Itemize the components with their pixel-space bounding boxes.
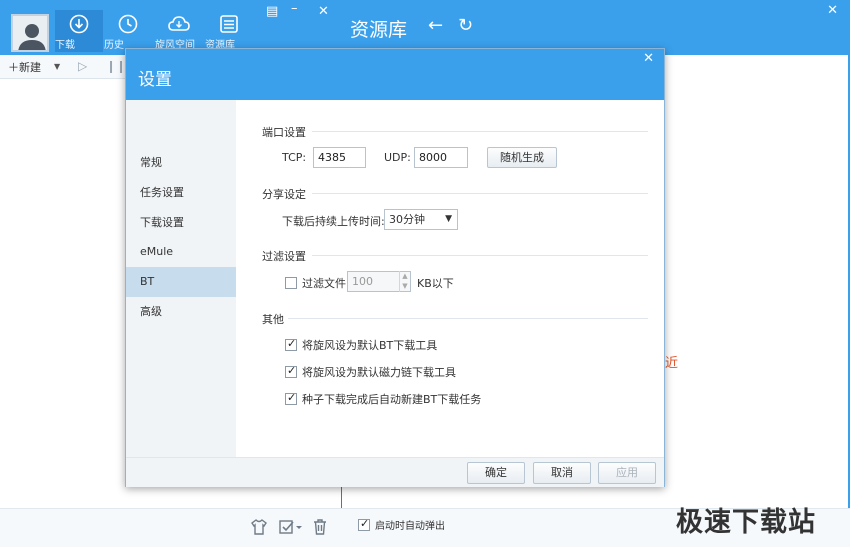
default-magnet-tool-label: 将旋风设为默认磁力链下载工具 [302, 366, 456, 379]
cloud-space-icon [168, 16, 190, 31]
default-bt-tool-label: 将旋风设为默认BT下载工具 [302, 339, 438, 352]
random-port-button[interactable]: 随机生成 [487, 147, 557, 168]
default-magnet-tool-checkbox[interactable]: 将旋风设为默认磁力链下载工具 [285, 364, 456, 380]
share-settings-heading: 分享设定 [262, 188, 306, 201]
auto-new-bt-task-label: 种子下载完成后自动新建BT下载任务 [302, 393, 482, 406]
other-settings-divider [288, 318, 648, 319]
udp-port-input[interactable]: 8000 [414, 147, 468, 168]
history-icon [118, 14, 138, 34]
batch-select-icon[interactable] [279, 518, 303, 536]
minimize-icon[interactable]: – [291, 1, 298, 16]
autostart-label: 启动时自动弹出 [375, 521, 445, 532]
pause-icon[interactable]: ❙❙ [106, 59, 126, 73]
chevron-down-icon: ▼ [445, 214, 452, 224]
apply-button[interactable]: 应用 [598, 462, 656, 484]
stepper-up-icon[interactable]: ▲ [400, 271, 410, 281]
nav-download-label: 下载 [55, 40, 75, 51]
tcp-port-input[interactable]: 4385 [313, 147, 366, 168]
back-arrow-icon[interactable]: ← [428, 15, 443, 36]
settings-dialog: 设置 ✕ 常规 任务设置 下载设置 eMule BT 高级 端口设置 TCP: … [125, 48, 665, 487]
share-settings-divider [312, 193, 648, 194]
user-avatar-icon [13, 16, 47, 50]
avatar[interactable] [11, 14, 49, 52]
default-bt-tool-checkbox[interactable]: 将旋风设为默认BT下载工具 [285, 337, 437, 353]
udp-label: UDP: [384, 151, 411, 164]
sidebar-item-general[interactable]: 常规 [126, 148, 236, 178]
autostart-checkbox[interactable]: 启动时自动弹出 [358, 517, 445, 532]
other-settings-heading: 其他 [262, 313, 284, 326]
filter-files-checkbox-box[interactable] [285, 277, 297, 289]
sidebar-item-download-settings[interactable]: 下载设置 [126, 208, 236, 238]
filter-size-unit: KB以下 [417, 277, 454, 290]
settings-dialog-header: 设置 ✕ [126, 49, 664, 100]
cancel-button[interactable]: 取消 [533, 462, 591, 484]
stepper-down-icon[interactable]: ▼ [400, 281, 410, 291]
library-header: 资源库 ← ↻ ✕ [342, 0, 850, 55]
filter-settings-divider [312, 255, 648, 256]
filter-files-label: 过滤文件 [302, 277, 346, 290]
sidebar-item-advanced[interactable]: 高级 [126, 297, 236, 327]
sidebar-item-task-settings[interactable]: 任务设置 [126, 178, 236, 208]
upload-duration-value: 30分钟 [389, 213, 425, 226]
sidebar-item-emule[interactable]: eMule [126, 237, 236, 267]
resource-library-icon [220, 15, 238, 33]
site-watermark: 极速下载站 [676, 507, 816, 538]
autostart-checkbox-box[interactable] [358, 517, 370, 531]
library-title: 资源库 [350, 19, 408, 41]
auto-new-bt-task-checkbox[interactable]: 种子下载完成后自动新建BT下载任务 [285, 391, 481, 407]
port-settings-divider [312, 131, 648, 132]
skin-icon[interactable]: ▤ [266, 4, 278, 19]
nav-resource-library[interactable]: 资源库 [205, 10, 253, 52]
library-close-icon[interactable]: ✕ [827, 3, 838, 18]
filter-settings-heading: 过滤设置 [262, 250, 306, 263]
port-settings-heading: 端口设置 [262, 126, 306, 139]
main-header: 下载 历史 旋风空间 资源库 ▤ – ✕ [0, 0, 342, 55]
default-magnet-tool-checkbox-box[interactable] [285, 364, 297, 378]
nav-history[interactable]: 历史 [104, 10, 152, 52]
download-icon [69, 14, 89, 34]
tcp-label: TCP: [282, 151, 307, 164]
refresh-icon[interactable]: ↻ [458, 15, 473, 36]
sidebar-item-bt[interactable]: BT [126, 267, 236, 297]
main-bottom-bar [0, 508, 342, 547]
close-icon[interactable]: ✕ [318, 4, 329, 19]
new-task-button[interactable]: ＋新建 [8, 59, 41, 75]
new-dropdown-icon[interactable]: ▼ [54, 62, 60, 71]
ok-button[interactable]: 确定 [467, 462, 525, 484]
filter-files-checkbox[interactable]: 过滤文件 [285, 275, 346, 291]
auto-new-bt-task-checkbox-box[interactable] [285, 391, 297, 405]
start-icon[interactable]: ▷ [78, 59, 87, 73]
settings-sidebar: 常规 任务设置 下载设置 eMule BT 高级 [126, 100, 236, 457]
default-bt-tool-checkbox-box[interactable] [285, 337, 297, 351]
settings-close-icon[interactable]: ✕ [643, 51, 654, 66]
nav-history-label: 历史 [104, 40, 124, 51]
filter-size-stepper[interactable]: ▲ ▼ [399, 271, 410, 292]
nav-cloud-space[interactable]: 旋风空间 [155, 10, 203, 52]
skin-shirt-icon[interactable] [250, 518, 268, 536]
upload-duration-select[interactable]: 30分钟 ▼ [384, 209, 458, 230]
library-text-fragment[interactable]: 近 [665, 352, 678, 371]
settings-footer: 确定 取消 应用 [126, 457, 664, 487]
settings-dialog-title: 设置 [138, 70, 172, 90]
nav-download[interactable]: 下载 [55, 10, 103, 52]
upload-duration-label: 下载后持续上传时间: [282, 215, 385, 228]
trash-icon[interactable] [312, 518, 328, 536]
